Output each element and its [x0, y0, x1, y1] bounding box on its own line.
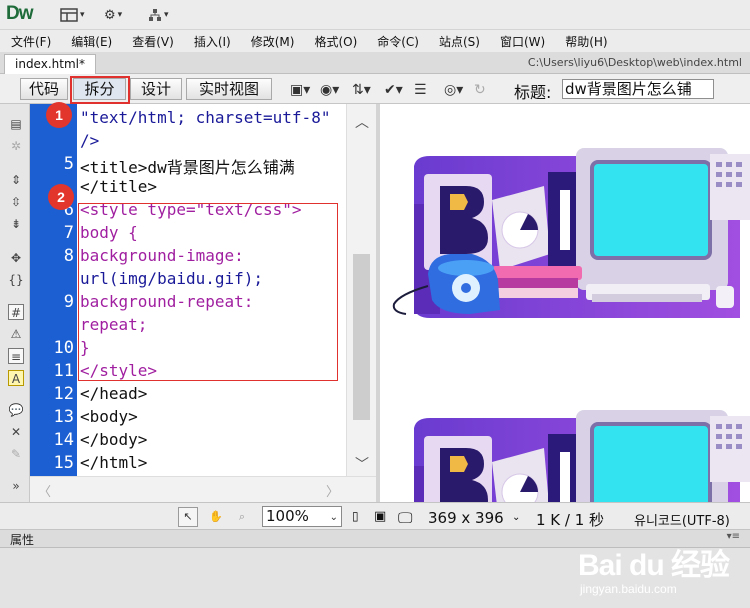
properties-title: 属性 [10, 533, 35, 547]
design-view[interactable] [380, 104, 750, 502]
code-line[interactable]: <body> [80, 407, 138, 426]
code-line[interactable]: <title>dw背景图片怎么铺满 [80, 154, 295, 178]
menu-bar: 文件(F) 编辑(E) 查看(V) 插入(I) 修改(M) 格式(O) 命令(C… [0, 30, 750, 52]
chevron-down-icon[interactable]: ⌄ [512, 512, 520, 523]
coding-toolbar: ▤ ✲ ⇕ ⇳ ⇟ ✥ {} # ⚠ ≡ A 💬 ✕ ✎ » [0, 104, 30, 502]
status-bar: ↖ ✋ ⌕ 100% ⌄ ▯ ▣ 🖵 369 x 396 ⌄ 1 K / 1 秒… [0, 502, 750, 530]
code-line[interactable]: /> [80, 131, 99, 150]
code-line[interactable]: "text/html; charset=utf-8" [80, 108, 330, 127]
scroll-left-icon[interactable]: 〈 [38, 481, 51, 500]
apply-comment-icon[interactable]: 💬 [8, 402, 24, 418]
line-number: 7 [63, 223, 74, 243]
wrap-tag-icon[interactable]: ✎ [8, 446, 24, 462]
layout-icon[interactable]: ▾ [60, 6, 85, 24]
remove-comment-icon[interactable]: ✕ [8, 424, 24, 440]
menu-insert[interactable]: 插入(I) [183, 33, 240, 50]
word-wrap-icon[interactable]: ≡ [8, 348, 24, 364]
validate-icon[interactable]: ☰ [414, 82, 427, 98]
show-code-navigator-icon[interactable]: ✲ [8, 138, 24, 154]
window-size-readout[interactable]: 369 x 396 [428, 509, 504, 527]
scroll-up-icon[interactable]: ︿ [355, 112, 369, 132]
background-tile-image [391, 146, 750, 502]
site-icon[interactable]: ▾ [148, 6, 169, 24]
line-number: 11 [53, 361, 74, 381]
menu-file[interactable]: 文件(F) [0, 33, 60, 50]
watermark-main: Bai du 经验 [578, 549, 730, 582]
menu-modify[interactable]: 修改(M) [240, 33, 304, 50]
zoom-value: 100% [266, 507, 309, 525]
file-management-icon[interactable]: ⇅▾ [352, 82, 371, 98]
menu-view[interactable]: 查看(V) [121, 33, 183, 50]
balance-braces-icon[interactable]: {} [8, 272, 24, 288]
background-tile-2 [391, 408, 750, 502]
syntax-coloring-icon[interactable]: A [8, 370, 24, 386]
encoding-readout: 유니코드(UTF-8) [634, 514, 730, 529]
scroll-thumb[interactable] [353, 254, 370, 420]
style-highlight-box [78, 203, 338, 381]
hand-tool-icon[interactable]: ✋ [206, 507, 226, 527]
title-input[interactable]: dw背景图片怎么铺 [562, 79, 714, 99]
baidu-watermark: Bai du 经验 jingyan.baidu.com [578, 540, 730, 596]
refresh-icon[interactable]: ↻ [474, 82, 486, 98]
code-horizontal-scrollbar[interactable]: 〈 〉 [30, 476, 376, 502]
live-view-button[interactable]: 实时视图 [186, 78, 272, 100]
visual-aids-icon[interactable]: ◎▾ [444, 82, 463, 98]
gear-icon[interactable]: ⚙ ▾ [104, 6, 122, 24]
line-number: 5 [63, 154, 74, 174]
line-number: 9 [63, 292, 74, 312]
scroll-right-icon[interactable]: 〉 [326, 481, 339, 500]
collapse-selection-icon[interactable]: ⇳ [8, 194, 24, 210]
code-line[interactable]: </html> [80, 453, 147, 472]
desktop-size-icon[interactable]: 🖵 [398, 509, 412, 527]
line-number: 15 [53, 453, 74, 473]
design-view-button[interactable]: 设计 [130, 78, 182, 100]
menu-help[interactable]: 帮助(H) [554, 33, 616, 50]
select-tool-icon[interactable]: ↖ [178, 507, 198, 527]
multiscreen-icon[interactable]: ▣▾ [290, 82, 310, 98]
chevron-down-icon: ⌄ [329, 512, 338, 523]
code-line[interactable]: </title> [80, 177, 157, 196]
more-tools-icon[interactable]: » [8, 478, 24, 494]
app-bar: Dw ▾ ⚙ ▾ ▾ [0, 0, 750, 30]
menu-window[interactable]: 窗口(W) [489, 33, 554, 50]
select-parent-tag-icon[interactable]: ✥ [8, 250, 24, 266]
zoom-tool-icon[interactable]: ⌕ [232, 507, 252, 527]
line-number: 10 [53, 338, 74, 358]
line-number: 14 [53, 430, 74, 450]
title-label: 标题: [514, 83, 552, 102]
line-number: 13 [53, 407, 74, 427]
download-size-readout: 1 K / 1 秒 [536, 511, 605, 529]
background-tile-1 [391, 146, 750, 320]
preview-browser-icon[interactable]: ◉▾ [320, 82, 339, 98]
highlight-invalid-icon[interactable]: ⚠ [8, 326, 24, 342]
scroll-down-icon[interactable]: ﹀ [355, 454, 369, 474]
check-browser-icon[interactable]: ✔▾ [384, 82, 403, 98]
menu-format[interactable]: 格式(O) [303, 33, 366, 50]
line-numbers-icon[interactable]: # [8, 304, 24, 320]
tablet-size-icon[interactable]: ▣ [374, 509, 386, 524]
expand-all-icon[interactable]: ⇟ [8, 216, 24, 232]
document-tab[interactable]: index.html* [4, 54, 96, 74]
code-line[interactable]: </body> [80, 430, 147, 449]
code-view-button[interactable]: 代码 [20, 78, 68, 100]
line-number: 8 [63, 246, 74, 266]
zoom-select[interactable]: 100% ⌄ [262, 506, 342, 527]
split-highlight-box [70, 76, 130, 104]
dw-logo: Dw [6, 3, 33, 24]
line-number-gutter: 5 6 7 8 9 10 11 12 13 14 15 [30, 104, 77, 476]
document-tab-bar: index.html* C:\Users\liyu6\Desktop\web\i… [0, 52, 750, 74]
menu-command[interactable]: 命令(C) [366, 33, 428, 50]
file-path: C:\Users\liyu6\Desktop\web\index.html [527, 56, 742, 69]
code-line[interactable]: </head> [80, 384, 147, 403]
open-documents-icon[interactable]: ▤ [8, 116, 24, 132]
annotation-badge-1: 1 [46, 102, 72, 128]
mobile-size-icon[interactable]: ▯ [352, 509, 359, 523]
watermark-sub: jingyan.baidu.com [580, 582, 677, 596]
line-number: 12 [53, 384, 74, 404]
annotation-badge-2: 2 [48, 184, 74, 210]
menu-edit[interactable]: 编辑(E) [60, 33, 121, 50]
collapse-tag-icon[interactable]: ⇕ [8, 172, 24, 188]
code-vertical-scrollbar[interactable]: ︿ ﹀ [346, 104, 376, 476]
menu-site[interactable]: 站点(S) [428, 33, 489, 50]
